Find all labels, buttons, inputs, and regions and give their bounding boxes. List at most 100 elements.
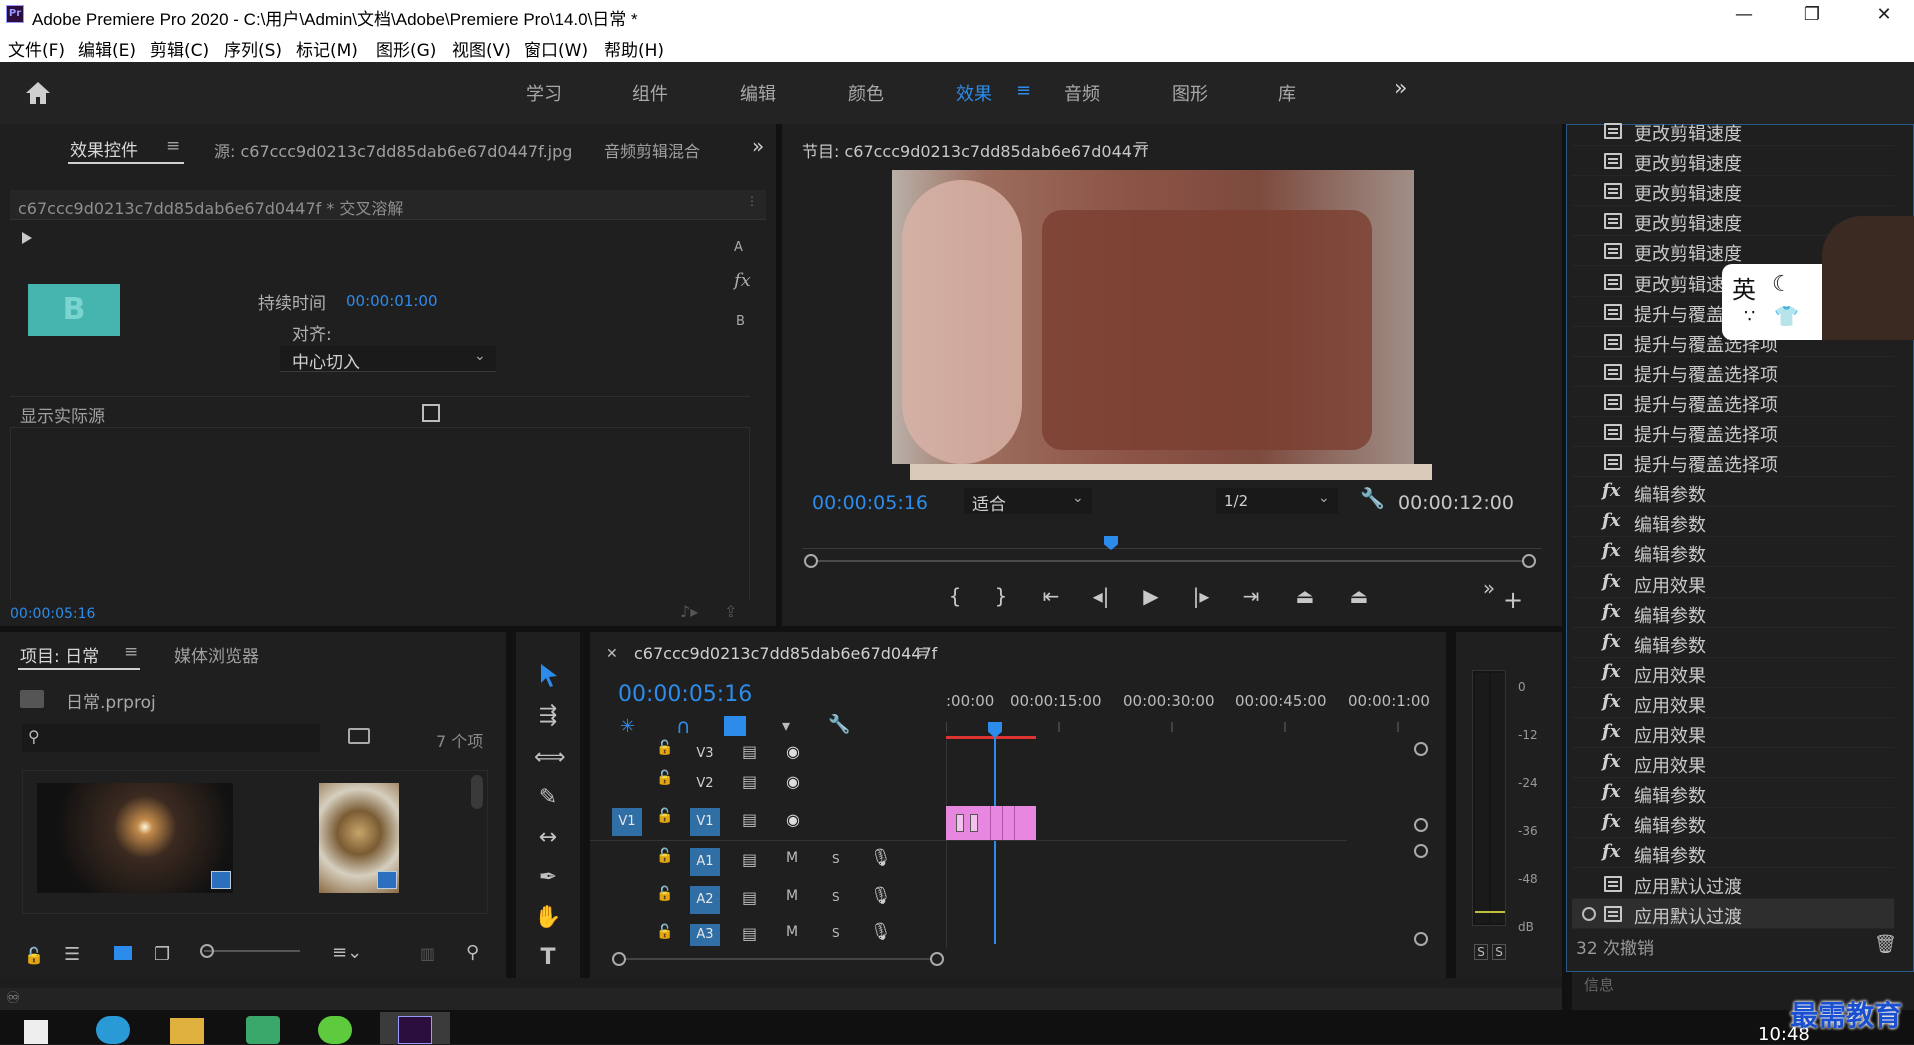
close-sequence-icon[interactable]: ✕ <box>606 646 618 662</box>
punctuation-icon[interactable]: ∵ <box>1744 306 1755 327</box>
history-item[interactable]: fx 应用效果 <box>1572 658 1894 688</box>
history-item[interactable]: 应用默认过渡 <box>1572 898 1894 929</box>
microphone-icon[interactable]: 🎙 <box>870 848 892 868</box>
mute-button[interactable]: M <box>786 924 798 940</box>
sync-lock-icon[interactable]: ▤ <box>742 810 757 829</box>
menu-graphics[interactable]: 图形(G) <box>376 36 436 61</box>
horizontal-scrollbar[interactable] <box>618 958 938 960</box>
sync-lock-icon[interactable]: ▤ <box>742 850 757 869</box>
selection-tool-icon[interactable] <box>538 662 560 688</box>
history-item[interactable]: fx 应用效果 <box>1572 748 1894 779</box>
play-icon[interactable]: ▶ <box>1136 584 1166 608</box>
workspace-menu-icon[interactable]: ≡ <box>1016 80 1031 101</box>
solo-right-button[interactable]: S <box>1492 944 1506 960</box>
track-a3-label[interactable]: A3 <box>690 924 720 946</box>
menu-clip[interactable]: 剪辑(C) <box>150 36 209 61</box>
project-search-input[interactable]: ⚲ <box>22 724 320 752</box>
menu-file[interactable]: 文件(F) <box>8 36 65 61</box>
media-thumbnail-food[interactable] <box>319 783 399 893</box>
trash-icon[interactable]: 🗑 <box>1874 934 1897 955</box>
program-scrollbar-track[interactable] <box>810 560 1526 562</box>
go-to-out-icon[interactable]: ⇥ <box>1236 584 1266 608</box>
menu-marker[interactable]: 标记(M) <box>296 36 358 61</box>
menu-window[interactable]: 窗口(W) <box>524 36 588 61</box>
history-item[interactable]: fx 编辑参数 <box>1572 507 1894 538</box>
file-explorer-icon[interactable] <box>170 1018 204 1044</box>
slip-tool-icon[interactable]: ↔ <box>534 824 562 852</box>
solo-left-button[interactable]: S <box>1474 944 1488 960</box>
workspace-overflow-icon[interactable]: » <box>1394 76 1407 101</box>
browser-icon[interactable] <box>96 1016 130 1044</box>
program-video-frame[interactable] <box>892 170 1414 464</box>
button-editor-plus-icon[interactable]: + <box>1498 586 1528 614</box>
hand-tool-icon[interactable]: ✋ <box>534 904 562 932</box>
video-clip[interactable] <box>946 806 1036 840</box>
moon-icon[interactable]: ☾ <box>1772 272 1792 297</box>
tab-effect-controls[interactable]: 效果控件 <box>70 136 138 161</box>
menu-edit[interactable]: 编辑(E) <box>78 36 136 61</box>
step-forward-icon[interactable]: |▸ <box>1186 584 1216 608</box>
step-back-icon[interactable]: ◂| <box>1086 584 1116 608</box>
track-v1-label[interactable]: V1 <box>690 808 720 836</box>
scrollbar-handle-left[interactable] <box>612 952 626 966</box>
sort-icon[interactable]: ≡⌄ <box>332 942 362 963</box>
play-audio-icon[interactable]: ♪▸ <box>680 602 698 621</box>
app-icon[interactable] <box>246 1016 280 1044</box>
vertical-scroll-handle[interactable] <box>1414 844 1428 858</box>
history-item[interactable]: fx 应用效果 <box>1572 568 1894 598</box>
creative-cloud-icon[interactable]: ♾ <box>6 988 20 1007</box>
info-panel-tab[interactable]: 信息 <box>1584 974 1614 995</box>
windows-start-icon[interactable] <box>24 1020 48 1044</box>
menu-sequence[interactable]: 序列(S) <box>224 36 282 61</box>
tab-project[interactable]: 项目: 日常 <box>20 642 99 667</box>
timeline-menu-icon[interactable]: ≡ <box>916 642 930 662</box>
history-item[interactable]: fx 编辑参数 <box>1572 628 1894 658</box>
solo-button[interactable]: S <box>832 852 840 866</box>
panel-overflow-icon[interactable]: » <box>752 134 764 158</box>
zoom-slider[interactable] <box>204 950 300 952</box>
history-item[interactable]: fx 应用效果 <box>1572 688 1894 718</box>
vertical-scroll-handle[interactable] <box>1414 932 1428 946</box>
go-to-in-icon[interactable]: ⇤ <box>1036 584 1066 608</box>
source-patch-v1[interactable]: V1 <box>612 808 642 836</box>
effect-controls-menu-icon[interactable]: ≡ <box>166 136 180 156</box>
show-actual-source-checkbox[interactable] <box>422 404 440 422</box>
eye-icon[interactable]: ◉ <box>786 772 800 791</box>
microphone-icon[interactable]: 🎙 <box>870 886 892 906</box>
workspace-tab-effects[interactable]: 效果 <box>956 80 992 106</box>
workspace-tab-graphics[interactable]: 图形 <box>1172 80 1208 106</box>
history-item[interactable]: 更改剪辑速度 <box>1572 116 1894 146</box>
sequence-tab[interactable]: c67ccc9d0213c7dd85dab6e67d0447f <box>634 644 937 663</box>
history-item[interactable]: 提升与覆盖选择项 <box>1572 447 1894 478</box>
sync-lock-icon[interactable]: ▤ <box>742 888 757 907</box>
timeline-settings-wrench-icon[interactable]: 🔧 <box>828 714 850 735</box>
effect-controls-timecode[interactable]: 00:00:05:16 <box>10 606 95 622</box>
track-v3-label[interactable]: V3 <box>690 740 720 768</box>
lock-icon[interactable]: 🔓 <box>656 924 673 940</box>
transition-marker[interactable] <box>956 814 964 832</box>
icon-view-icon[interactable] <box>114 946 132 960</box>
track-a1-label[interactable]: A1 <box>690 848 720 876</box>
workspace-tab-audio[interactable]: 音频 <box>1064 80 1100 106</box>
resize-grip-icon[interactable]: ⋮ <box>746 194 758 208</box>
history-item[interactable]: 更改剪辑速度 <box>1572 146 1894 177</box>
mute-button[interactable]: M <box>786 888 798 904</box>
shirt-icon[interactable]: 👕 <box>1774 304 1799 328</box>
lock-icon[interactable]: 🔓 <box>656 770 673 786</box>
ime-language-badge[interactable]: 英 <box>1732 270 1756 305</box>
mute-button[interactable]: M <box>786 850 798 866</box>
track-select-tool-icon[interactable]: ⇶ <box>534 702 562 730</box>
settings-wrench-icon[interactable]: 🔧 <box>1360 486 1385 510</box>
linked-selection-icon[interactable] <box>724 716 746 736</box>
ime-toolbar[interactable]: 英 ☾ ∵ 👕 <box>1722 216 1914 340</box>
sync-lock-icon[interactable]: ▤ <box>742 742 757 761</box>
freeform-view-icon[interactable]: ❐ <box>154 944 170 965</box>
history-item[interactable]: fx 编辑参数 <box>1572 808 1894 839</box>
media-thumbnail-sparkler[interactable] <box>37 783 233 893</box>
history-item[interactable]: fx 编辑参数 <box>1572 598 1894 628</box>
sync-lock-icon[interactable]: ▤ <box>742 772 757 791</box>
mark-in-icon[interactable]: { <box>940 584 970 608</box>
automate-icon[interactable]: ▥ <box>420 944 435 963</box>
workspace-tab-assembly[interactable]: 组件 <box>632 80 668 106</box>
tab-source[interactable]: 源: c67ccc9d0213c7dd85dab6e67d0447f.jpg <box>214 138 572 162</box>
